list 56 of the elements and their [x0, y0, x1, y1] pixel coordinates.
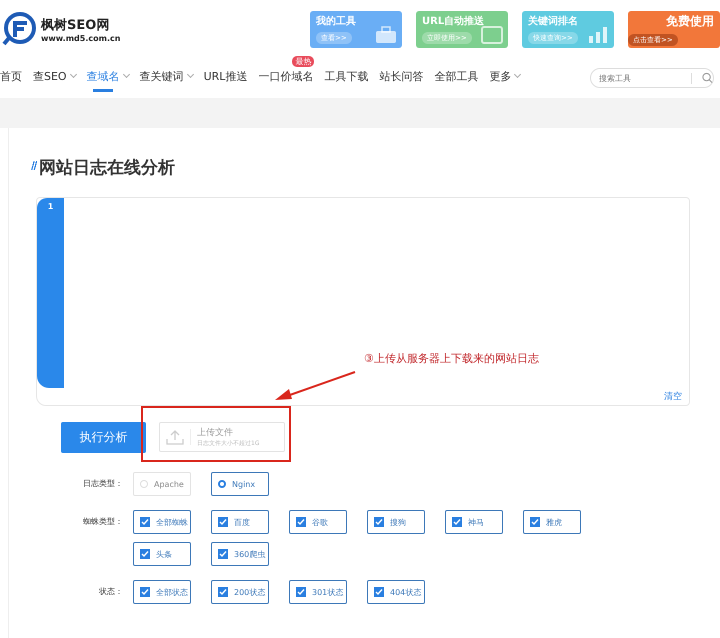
- search-field[interactable]: 搜索工具: [590, 68, 714, 88]
- run-analysis-button[interactable]: 执行分析: [61, 422, 146, 452]
- checkbox-icon[interactable]: [296, 517, 306, 527]
- checkbox-option[interactable]: 全部状态: [133, 580, 191, 604]
- checkbox-icon[interactable]: [530, 517, 540, 527]
- quote-icon: [31, 161, 37, 170]
- hot-badge: 最热: [292, 56, 314, 66]
- checkbox-icon[interactable]: [374, 587, 384, 597]
- nav-item[interactable]: 首页: [0, 62, 26, 92]
- checkbox-option[interactable]: 404状态: [367, 580, 425, 604]
- checkbox-option[interactable]: 搜狗: [367, 510, 425, 534]
- radio-icon[interactable]: [218, 480, 226, 488]
- checkbox-option[interactable]: 雅虎: [523, 510, 581, 534]
- option-label: 日志类型：: [82, 478, 124, 490]
- site-url: www.md5.com.cn: [41, 34, 120, 42]
- checkbox-icon[interactable]: [140, 549, 150, 559]
- banner-title: URL自动推送: [422, 14, 486, 28]
- checkbox-icon[interactable]: [374, 517, 384, 527]
- bar-chart-icon: [587, 26, 609, 44]
- checkbox-option[interactable]: 神马: [445, 510, 503, 534]
- checkbox-option[interactable]: 301状态: [289, 580, 347, 604]
- nav-item[interactable]: 更多: [489, 62, 524, 92]
- banner-title: 关键词排名: [528, 14, 579, 28]
- option-label: 蜘蛛类型：: [82, 516, 124, 528]
- radio-option[interactable]: Nginx: [211, 472, 269, 496]
- search-icon[interactable]: [702, 72, 713, 84]
- radio-option[interactable]: Apache: [133, 472, 191, 496]
- checkbox-option[interactable]: 头条: [133, 542, 191, 566]
- checkbox-icon[interactable]: [218, 517, 228, 527]
- nav-item[interactable]: 工具下载: [324, 62, 372, 92]
- page-title: 网站日志在线分析: [39, 157, 175, 179]
- checkbox-icon[interactable]: [140, 587, 150, 597]
- nav-item[interactable]: 站长问答: [379, 62, 428, 92]
- nav-item[interactable]: 全部工具: [434, 62, 482, 92]
- option-label: 状态：: [98, 586, 124, 598]
- nav-item[interactable]: 查SEO: [33, 62, 80, 92]
- line-number: 1: [48, 202, 54, 212]
- checkbox-icon[interactable]: [218, 549, 228, 559]
- site-name: 枫树SEO网: [41, 16, 110, 34]
- briefcase-icon: [375, 26, 397, 44]
- logo-icon: [2, 11, 38, 47]
- checkbox-option[interactable]: 全部蜘蛛: [133, 510, 191, 534]
- nav-item[interactable]: 查关键词: [140, 62, 197, 92]
- annotation-text: ③上传从服务器上下载来的网站日志: [364, 351, 539, 366]
- checkbox-icon[interactable]: [296, 587, 306, 597]
- checkbox-option[interactable]: 谷歌: [289, 510, 347, 534]
- clear-link[interactable]: 清空: [664, 390, 682, 403]
- nav-item[interactable]: URL推送: [204, 62, 252, 92]
- checkbox-icon[interactable]: [452, 517, 462, 527]
- banner-title: 我的工具: [316, 14, 357, 28]
- checkbox-option[interactable]: 200状态: [211, 580, 269, 604]
- checkbox-option[interactable]: 百度: [211, 510, 269, 534]
- checkbox-option[interactable]: 360爬虫: [211, 542, 269, 566]
- checkbox-icon[interactable]: [218, 587, 228, 597]
- banner-title: 免费使用: [666, 12, 714, 30]
- checkbox-icon[interactable]: [140, 517, 150, 527]
